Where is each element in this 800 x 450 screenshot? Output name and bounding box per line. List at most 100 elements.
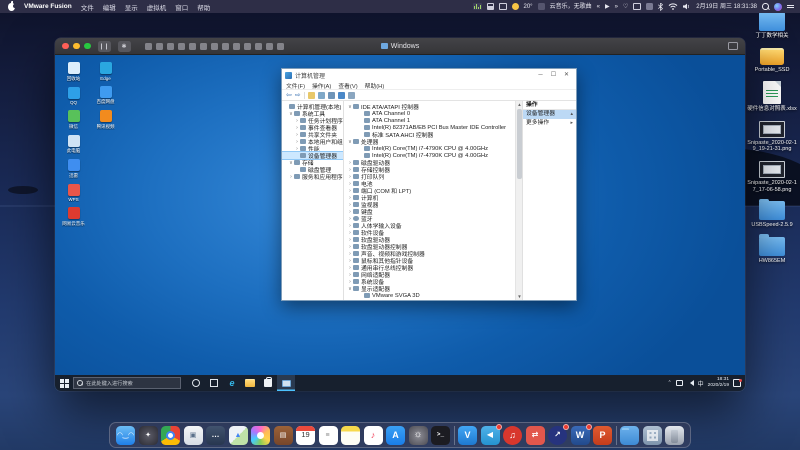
menubar-app-name[interactable]: VMware Fusion [24, 3, 72, 10]
vm-snapshots-button[interactable] [728, 42, 738, 50]
console-tree-icon[interactable] [318, 92, 325, 99]
cm-menu-item[interactable]: 查看(V) [338, 81, 357, 90]
properties-icon[interactable] [328, 92, 335, 99]
vmware-titlebar[interactable]: Windows ❙❙ ✱ [55, 38, 745, 55]
cm-titlebar[interactable]: 计算机管理 ─ ☐ ✕ [282, 69, 576, 81]
console-tree-item[interactable]: 计算机管理(本地) [282, 103, 343, 110]
dock-calendar[interactable]: 19 [296, 426, 315, 445]
dock-powerpoint[interactable]: P [593, 426, 612, 445]
dock-photos[interactable] [251, 426, 270, 445]
device-tree-item[interactable]: › 网络适配器 [345, 271, 514, 278]
store-button[interactable] [259, 375, 277, 391]
memory-meter-icon[interactable] [487, 3, 494, 10]
keyboard-ime-icon[interactable] [633, 3, 641, 10]
device-tree-item[interactable]: › 通用串行总线控制器 [345, 264, 514, 271]
console-tree-pane[interactable]: 计算机管理(本地) ∨ 系统工具 › [282, 101, 344, 300]
cm-maximize-button[interactable]: ☐ [547, 69, 560, 81]
desktop-file-icon[interactable]: 丁丁数学相关 [746, 12, 798, 40]
actions-device-manager-item[interactable]: 设备管理器 ▴ [523, 110, 576, 119]
collapse-icon[interactable]: ▴ [570, 110, 573, 119]
device-tree-item[interactable]: › 声音、视频和游戏控制器 [345, 250, 514, 257]
dock-book-app[interactable]: ▤ [274, 426, 293, 445]
music-status-text[interactable]: 云音乐，无歌曲 [550, 4, 592, 10]
scroll-down-icon[interactable]: ▼ [516, 293, 522, 300]
media-play-icon[interactable]: ▶ [605, 4, 610, 10]
win-desktop-icon[interactable]: Edge [92, 62, 119, 81]
console-tree-item[interactable]: › 本地用户和组 [282, 138, 343, 145]
start-button[interactable] [55, 375, 73, 391]
desktop-file-icon[interactable]: HW865EM [746, 237, 798, 265]
device-tree-item[interactable]: › 软盘驱动器控制器 [345, 243, 514, 250]
console-tree-item[interactable]: ∨ 系统工具 [282, 110, 343, 117]
ime-indicator[interactable]: 中 [698, 379, 704, 388]
device-tree-item[interactable]: › 软盘驱动器 [345, 236, 514, 243]
cm-menu-item[interactable]: 帮助(H) [365, 81, 385, 90]
action-center-icon[interactable] [733, 379, 741, 387]
console-tree-item[interactable]: › 服务和应用程序 [282, 173, 343, 180]
win-desktop-icon[interactable]: 此电脑 [60, 135, 87, 155]
computer-management-window[interactable]: 计算机管理 ─ ☐ ✕ 文件(F)操作(A)查看(V)帮助(H) ⇦ ⇨ [281, 68, 577, 301]
device-tree-pane[interactable]: ∨ IDE ATA/ATAPI 控制器 ATA Channel 0 [344, 101, 522, 300]
vm-settings-button[interactable]: ✱ [118, 41, 131, 52]
device-tree-item[interactable]: ∨ 处理器 [345, 138, 514, 145]
dock-maps[interactable]: ▲ [229, 426, 248, 445]
device-tree-item[interactable]: › 电池 [345, 180, 514, 187]
vmware-fusion-window[interactable]: Windows ❙❙ ✱ [55, 38, 745, 391]
expand-icon[interactable]: ▸ [570, 119, 573, 128]
tray-volume-icon[interactable] [687, 380, 694, 386]
action-pane-icon[interactable] [348, 92, 355, 99]
dock-music[interactable]: ♪ [364, 426, 383, 445]
desktop-file-icon[interactable]: USBSpeed-2.5.9 [746, 201, 798, 229]
favorite-heart-icon[interactable]: ♡ [623, 4, 628, 10]
win-desktop-icon[interactable]: 迅雷 [60, 159, 87, 179]
notification-center-icon[interactable] [787, 5, 794, 9]
device-tree-item[interactable]: ∨ IDE ATA/ATAPI 控制器 [345, 103, 514, 110]
wifi-icon[interactable] [668, 3, 678, 10]
taskbar-search-box[interactable]: 在此处键入进行搜索 [73, 377, 181, 389]
cm-close-button[interactable]: ✕ [560, 69, 573, 81]
vm-device-toolbar[interactable] [145, 43, 284, 50]
device-tree-item[interactable]: Intel(R) 82371AB/EB PCI Bus Master IDE C… [345, 124, 514, 131]
bluetooth-icon[interactable] [658, 3, 663, 11]
desktop-file-icon[interactable]: Snipaste_2020-02-19_19-21-31.png [746, 121, 798, 153]
dock-chat-app[interactable]: … [206, 426, 225, 445]
device-tree-item[interactable]: › 端口 (COM 和 LPT) [345, 187, 514, 194]
win-desktop-icon[interactable]: 腾讯视频 [92, 110, 119, 130]
device-tree-item[interactable]: ATA Channel 0 [345, 110, 514, 117]
scroll-up-icon[interactable]: ▲ [516, 101, 522, 108]
device-tree-scrollbar[interactable]: ▲ ▼ [515, 101, 522, 300]
desktop-file-icon[interactable]: 硬件信息对照表.xlsx [746, 81, 798, 113]
device-tree-item[interactable]: › 系统设备 [345, 278, 514, 285]
device-tree-item[interactable]: › 人体学输入设备 [345, 222, 514, 229]
close-button[interactable] [62, 43, 69, 50]
console-tree-item[interactable]: › 任务计划程序 [282, 117, 343, 124]
device-tree-item[interactable]: Intel(R) Core(TM) i7-4790K CPU @ 4.00GHz [345, 152, 514, 159]
screenshot-app-icon[interactable] [538, 3, 545, 10]
spotlight-search-icon[interactable] [762, 3, 769, 10]
win-desktop-icon[interactable]: 回收站 [60, 62, 87, 82]
console-tree-item[interactable]: 磁盘管理 [282, 166, 343, 173]
win-desktop-icon[interactable]: WPS [60, 184, 87, 203]
device-tree-item[interactable]: Intel(R) Core(TM) i7-4790K CPU @ 4.00GHz [345, 145, 514, 152]
device-tree-item[interactable]: › 蓝牙 [345, 215, 514, 222]
win-desktop-icon[interactable]: 网易云音乐 [60, 207, 87, 227]
dock-notes[interactable] [341, 426, 360, 445]
dock-app-store[interactable]: A [386, 426, 405, 445]
vm-suspend-button[interactable]: ❙❙ [98, 41, 111, 52]
device-tree-item[interactable]: › 监视器 [345, 201, 514, 208]
win-desktop-icon[interactable]: 微信 [60, 110, 87, 130]
console-tree-item[interactable]: › 事件查看器 [282, 124, 343, 131]
media-next-icon[interactable]: » [615, 4, 618, 10]
win-desktop-icon[interactable]: 百度网盘 [92, 86, 119, 106]
cortana-button[interactable] [187, 375, 205, 391]
apple-menu-icon[interactable] [8, 3, 15, 11]
device-tree-item[interactable]: › 计算机 [345, 194, 514, 201]
device-tree-item[interactable]: VMware SVGA 3D [345, 292, 514, 299]
dock-remote-desktop-app[interactable]: ↗ [548, 426, 567, 445]
dock-telegram[interactable]: ◀ [481, 426, 500, 445]
device-tree-item[interactable]: › 打印队列 [345, 173, 514, 180]
device-tree-item[interactable]: › 音频输入和输出 [345, 299, 514, 300]
taskbar-clock[interactable]: 18:31 2020/2/19 [708, 377, 729, 389]
dock-reminders[interactable]: ≡ [319, 426, 338, 445]
minimize-button[interactable] [73, 43, 80, 50]
